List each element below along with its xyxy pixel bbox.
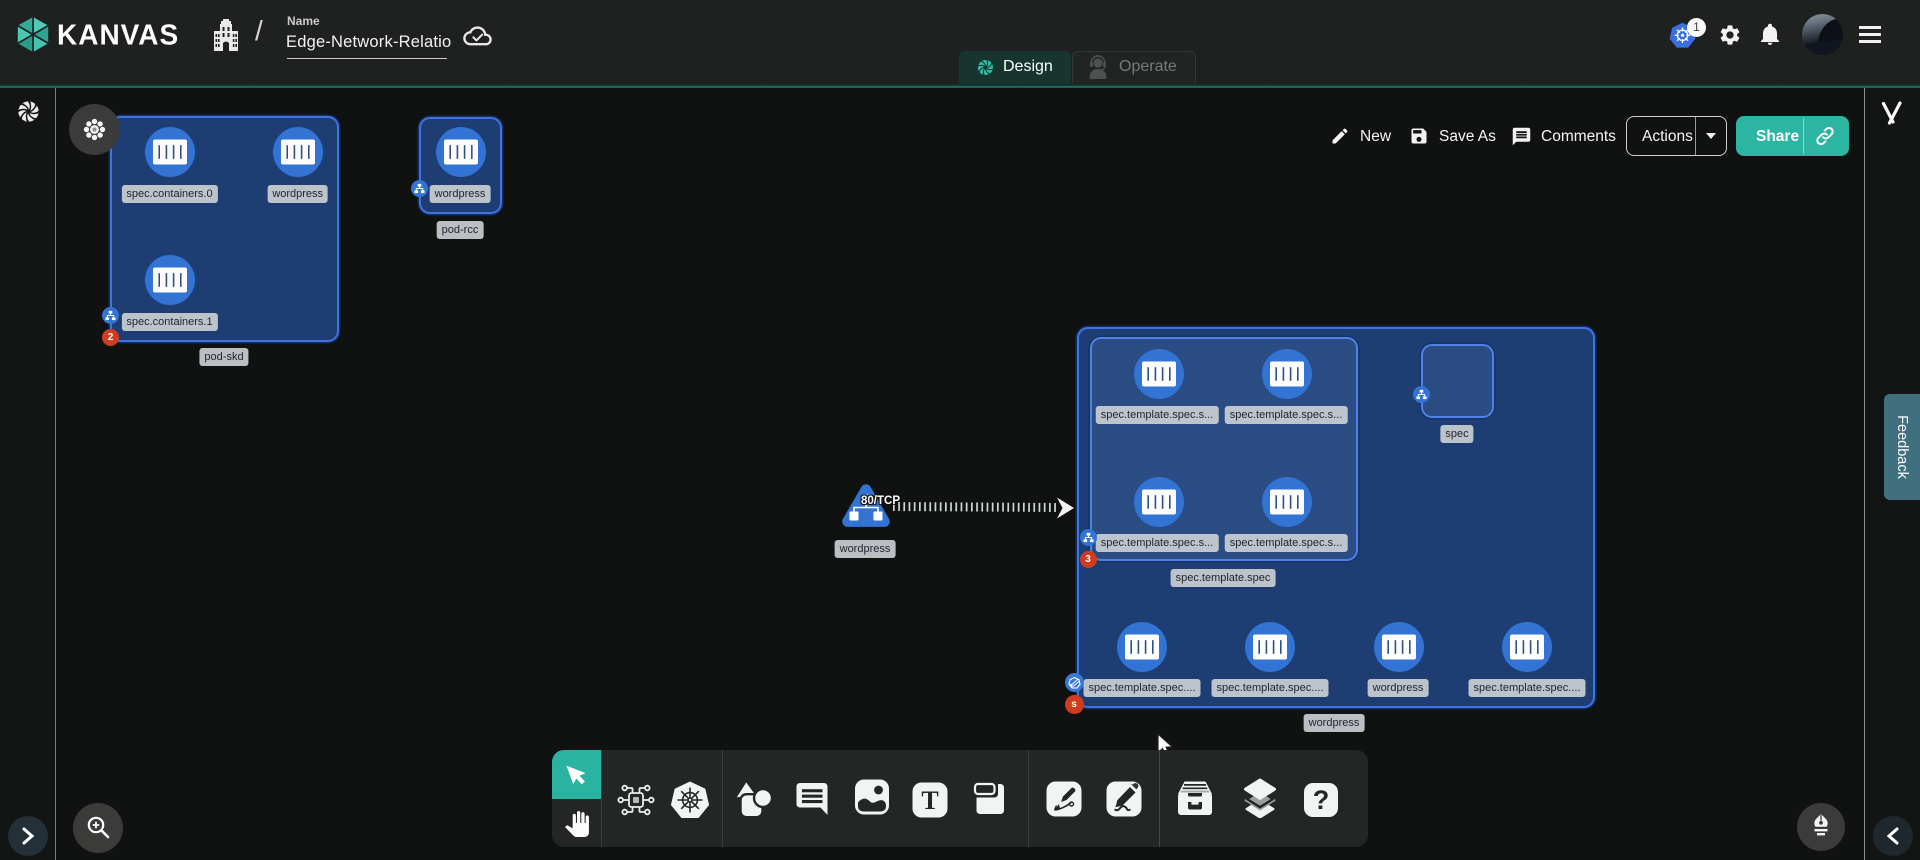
svg-text:T: T [921, 786, 938, 815]
svg-text:?: ? [1313, 785, 1330, 815]
